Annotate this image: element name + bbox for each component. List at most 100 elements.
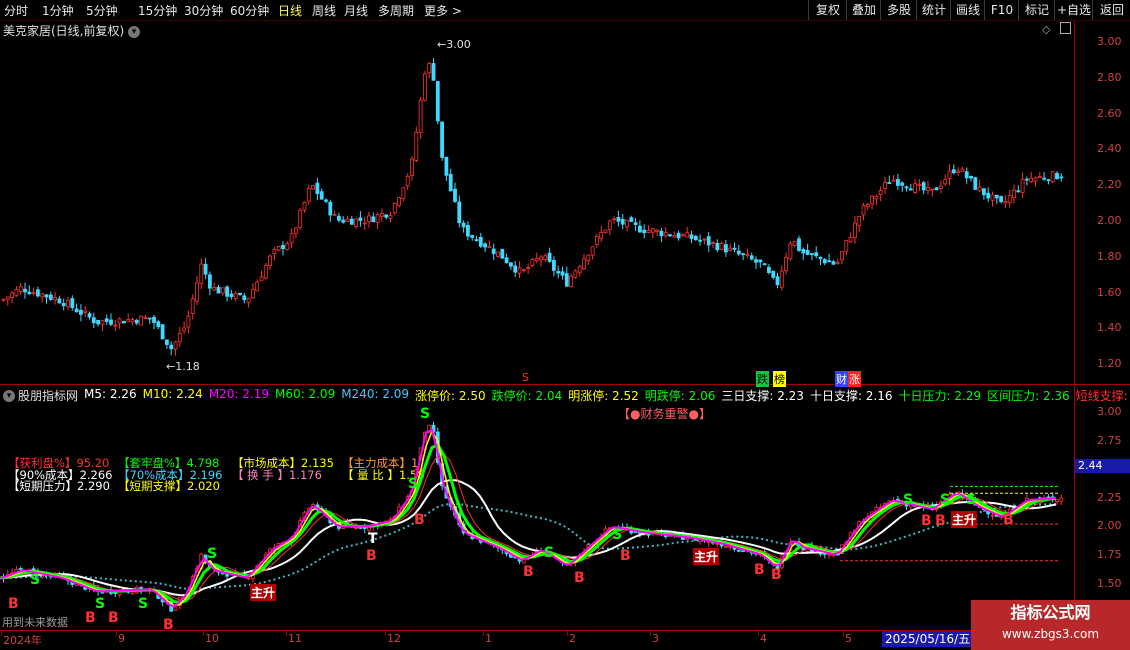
main-y-tick: 2.60: [1097, 106, 1122, 120]
indicator-y-tick: 1.75: [1097, 548, 1122, 561]
tab-15min[interactable]: 15分钟: [138, 2, 177, 19]
tab-more[interactable]: 更多 >: [424, 2, 462, 19]
stats-button[interactable]: 统计: [916, 0, 951, 20]
candle-body: [100, 320, 105, 325]
candle-body: [57, 298, 62, 304]
add-watchlist-button[interactable]: +自选: [1054, 0, 1093, 20]
tab-daily[interactable]: 日线: [278, 2, 302, 19]
rise-flag: 涨: [848, 371, 861, 387]
candle-body: [500, 248, 505, 259]
candle-body: [990, 194, 995, 201]
candle-body: [547, 252, 552, 262]
candle-body: [311, 185, 316, 190]
candlestick-chart: [1, 58, 1064, 356]
x-tick-mark: [758, 630, 759, 636]
low-price-value: 1.18: [175, 360, 200, 373]
draw-button[interactable]: 画线: [950, 0, 985, 20]
candle-body: [767, 266, 771, 273]
f10-button[interactable]: F10: [984, 0, 1019, 20]
candle-body: [478, 237, 483, 247]
candle-body: [861, 205, 866, 216]
candle-body: [805, 249, 810, 255]
candle-body: [702, 238, 707, 241]
candle-body: [220, 287, 225, 294]
candle-body: [483, 243, 488, 248]
main-y-tick: 1.40: [1097, 321, 1122, 335]
overlay-button[interactable]: 叠加: [846, 0, 881, 20]
candle-body: [104, 318, 109, 322]
back-button[interactable]: 返回: [1092, 0, 1130, 20]
tab-monthly[interactable]: 月线: [344, 2, 368, 19]
candle-body: [994, 194, 999, 199]
tab-multi-period[interactable]: 多周期: [378, 2, 414, 19]
candle-body: [818, 256, 823, 260]
candle-body: [629, 217, 634, 222]
sell-marker: S: [940, 492, 951, 508]
candle-body: [595, 236, 599, 245]
candle-body: [130, 592, 135, 595]
tab-30min[interactable]: 30分钟: [184, 2, 223, 19]
candle-body: [328, 201, 333, 216]
candle-body: [349, 218, 354, 225]
x-tick-mark: [203, 630, 204, 636]
candle-body: [848, 237, 853, 243]
candle-body: [1025, 178, 1029, 181]
finance-flag: 财: [835, 371, 848, 387]
candle-body: [681, 234, 685, 237]
candle-body: [461, 222, 466, 228]
candle-body: [216, 286, 221, 294]
low-price-label: ←1.18: [166, 360, 200, 373]
candle-body: [470, 234, 475, 238]
sell-marker: S: [138, 596, 149, 612]
tab-60min[interactable]: 60分钟: [230, 2, 269, 19]
mark-button[interactable]: 标记: [1018, 0, 1055, 20]
buy-marker: B: [108, 610, 119, 626]
candle-body: [242, 295, 247, 301]
candle-body: [926, 187, 930, 191]
candle-body: [977, 186, 982, 192]
multi-stock-button[interactable]: 多股: [880, 0, 917, 20]
candle-body: [1016, 190, 1021, 193]
adjust-button[interactable]: 复权: [808, 0, 847, 20]
candle-body: [934, 187, 939, 191]
tab-1min[interactable]: 1分钟: [42, 2, 74, 19]
candle-body: [160, 324, 165, 340]
main-y-tick: 1.80: [1097, 249, 1122, 263]
candle-body: [448, 173, 453, 192]
candle-body: [285, 243, 290, 250]
candle-body: [784, 257, 788, 272]
candle-body: [698, 239, 702, 242]
candle-body: [749, 255, 754, 260]
candle-body: [573, 270, 578, 278]
candle-body: [556, 271, 561, 274]
candle-body: [225, 574, 230, 577]
candle-body: [689, 234, 694, 239]
candle-body: [646, 229, 651, 233]
candle-body: [982, 188, 986, 196]
x-tick: 3: [652, 632, 659, 645]
candle-body: [792, 240, 797, 247]
candle-body: [74, 308, 79, 313]
candle-body: [496, 251, 500, 257]
candle-body: [1007, 195, 1012, 204]
candle-body: [874, 195, 879, 200]
candle-body: [672, 235, 677, 238]
candle-body: [853, 222, 857, 239]
candle-body: [586, 254, 591, 262]
sell-marker: S: [408, 476, 419, 492]
candle-body: [620, 218, 625, 225]
candle-body: [474, 239, 479, 241]
candle-body: [225, 286, 230, 297]
tab-5min[interactable]: 5分钟: [86, 2, 118, 19]
candle-body: [44, 294, 49, 298]
candle-body: [113, 324, 118, 327]
candle-body: [177, 332, 182, 343]
candle-body: [410, 158, 414, 176]
candle-body: [79, 309, 83, 315]
candle-body: [732, 247, 737, 250]
tab-fenshi[interactable]: 分时: [4, 2, 28, 19]
tab-weekly[interactable]: 周线: [312, 2, 336, 19]
candle-body: [865, 204, 870, 208]
x-tick: 2024年: [3, 634, 42, 647]
candle-body: [332, 213, 337, 216]
